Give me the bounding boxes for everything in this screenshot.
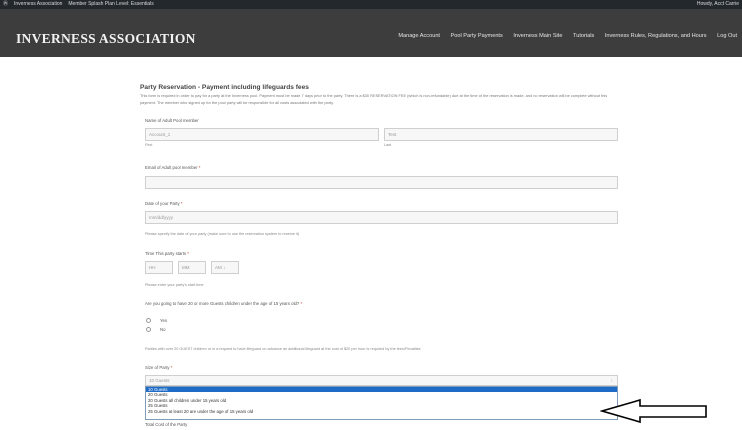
no-radio[interactable]: [146, 327, 151, 332]
guests-question-text: Are you going to have 20 or more Guests …: [145, 301, 300, 306]
last-sublabel: Last: [384, 143, 392, 147]
email-input[interactable]: [145, 176, 618, 189]
size-label: Size of Party *: [145, 365, 172, 370]
admin-bar-greeting[interactable]: Howdy, Acct Carrie: [697, 0, 739, 9]
size-label-text: Size of Party: [145, 365, 170, 370]
annotation-arrow-icon: [600, 398, 707, 424]
required-mark: *: [300, 301, 303, 306]
nav-item-manage-account[interactable]: Manage Account: [398, 33, 440, 39]
date-label-text: Date of your Party: [145, 201, 180, 206]
time-help: Please enter your party's start time: [145, 283, 204, 287]
party-size-select[interactable]: 10 Guests ↕: [145, 375, 618, 386]
select-arrows-icon: ↕: [610, 378, 613, 383]
total-cost-label: Total Cost of the Party: [145, 422, 188, 427]
minute-input[interactable]: MM: [178, 261, 206, 274]
party-size-options[interactable]: 10 Guests 20 Guests 20 Guests all childr…: [145, 386, 618, 420]
required-mark: *: [180, 201, 183, 206]
guests-question: Are you going to have 20 or more Guests …: [145, 301, 302, 306]
email-label-text: Email of Adult pool member: [145, 165, 198, 170]
yes-label: Yes: [160, 318, 168, 323]
party-size-selected: 10 Guests: [149, 378, 170, 383]
site-title[interactable]: INVERNESS ASSOCIATION: [16, 31, 196, 47]
nav-item-log-out[interactable]: Log Out: [717, 33, 737, 39]
no-label: No: [160, 327, 166, 332]
wordpress-logo-icon[interactable]: Ⓦ: [3, 1, 8, 7]
time-label-text: Time This party starts: [145, 251, 187, 256]
admin-bar-site-link[interactable]: Inverness Association: [14, 1, 62, 7]
email-label: Email of Adult pool member *: [145, 165, 200, 170]
nav-item-pool-party-payments[interactable]: Pool Party Payments: [451, 33, 503, 39]
required-mark: *: [170, 365, 173, 370]
nav-item-rules[interactable]: Inverness Rules, Regulations, and Hours: [605, 33, 707, 39]
first-name-input[interactable]: Account_1: [145, 128, 379, 141]
form-intro: This form is required in order to pay fo…: [140, 93, 608, 105]
hour-input[interactable]: HH: [145, 261, 173, 274]
main-nav: Manage Account Pool Party Payments Inver…: [389, 33, 737, 39]
name-label: Name of Adult Pool member: [145, 118, 199, 123]
yes-radio[interactable]: [146, 318, 151, 323]
ampm-select[interactable]: AM ↕: [211, 261, 239, 274]
admin-bar-left: Ⓦ Inverness Association Member Splash Plan…: [3, 0, 160, 9]
first-sublabel: First: [145, 143, 153, 147]
admin-bar: Ⓦ Inverness Association Member Splash Plan…: [0, 0, 742, 9]
required-mark: *: [198, 165, 201, 170]
form-heading: Party Reservation - Payment including li…: [140, 84, 309, 91]
required-mark: *: [187, 251, 189, 256]
time-label: Time This party starts *: [145, 251, 189, 256]
date-help: Please specify the date of your party (m…: [145, 232, 300, 236]
guests-note: Parties with over 20 GUEST children or i…: [145, 347, 421, 351]
nav-item-tutorials[interactable]: Tutorials: [573, 33, 594, 39]
last-name-input[interactable]: Test: [384, 128, 618, 141]
admin-bar-member-plan[interactable]: Member Splash Plan Level: Essentials: [68, 1, 153, 7]
site-header: INVERNESS ASSOCIATION Manage Account Poo…: [0, 9, 742, 57]
nav-item-inverness-main-site[interactable]: Inverness Main Site: [513, 33, 562, 39]
date-label: Date of your Party *: [145, 201, 183, 206]
date-input[interactable]: mm/dd/yyyy: [145, 211, 618, 224]
option-25-guests-children[interactable]: 25 Guests at least 20 are under the age …: [146, 409, 617, 414]
